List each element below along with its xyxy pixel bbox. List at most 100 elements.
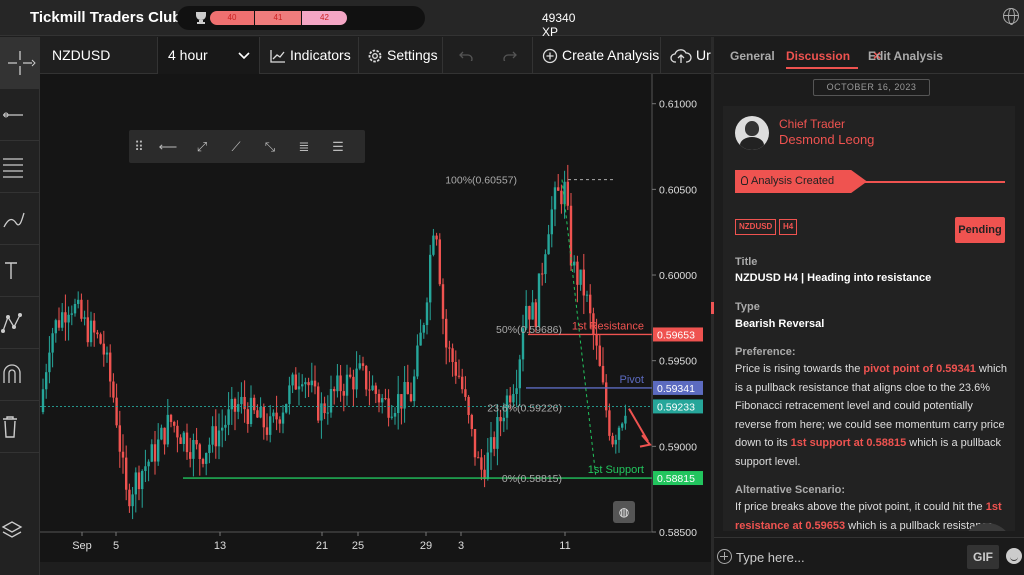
candle-body xyxy=(67,314,70,323)
candle-body xyxy=(585,294,589,296)
candle-body xyxy=(96,332,99,335)
candle-body xyxy=(205,452,208,464)
candle-body xyxy=(477,457,480,459)
candle-body xyxy=(83,317,86,319)
candle-body xyxy=(422,325,425,333)
candle-body xyxy=(64,312,67,323)
candle-body xyxy=(371,385,374,391)
candle-body xyxy=(310,380,313,386)
top-bar: Tickmill Traders Club 40 41 42 49340 XP xyxy=(0,0,1024,39)
preference-label: Preference: xyxy=(735,346,796,358)
candle-body xyxy=(176,425,179,438)
candle-body xyxy=(137,472,141,490)
candle-body xyxy=(118,425,121,452)
pivot-highlight: pivot point of 0.59341 xyxy=(863,363,976,375)
tab-general[interactable]: General xyxy=(730,49,775,63)
candle-body xyxy=(227,409,230,425)
fib-label: 50%(0.59686) xyxy=(496,324,562,336)
delete-tool[interactable] xyxy=(0,401,40,453)
candle-body xyxy=(313,380,317,387)
create-analysis-button[interactable]: Create Analysis xyxy=(533,37,661,74)
layers-tool[interactable] xyxy=(0,505,40,557)
timeframe-select[interactable]: 4 hour xyxy=(158,37,260,74)
lightbulb-icon[interactable]: ◍ xyxy=(613,501,635,523)
candle-body xyxy=(41,389,45,413)
ray-line-icon[interactable]: ⟵ xyxy=(151,130,185,163)
xp-level-40: 40 xyxy=(210,11,254,25)
extended-line-icon[interactable]: ⤢ xyxy=(185,130,219,163)
fib-label: 100%(0.60557) xyxy=(445,175,517,187)
symbol-selector[interactable]: NZDUSD xyxy=(40,37,158,74)
drawing-toolbar[interactable]: ⠿ ⟵ ⤢ ⟋ ⤡ ≣ ☰ xyxy=(129,130,365,163)
drawing-tools-sidebar xyxy=(0,37,40,575)
candle-body xyxy=(54,320,57,334)
indicators-label: Indicators xyxy=(290,47,351,63)
undo-button[interactable] xyxy=(443,37,487,74)
crosshair-tool[interactable] xyxy=(0,37,40,89)
candle-body xyxy=(208,444,211,453)
x-tick-label: Sep xyxy=(72,540,92,552)
emoji-icon[interactable] xyxy=(1006,548,1022,564)
path-line-icon[interactable]: ⤡ xyxy=(253,130,287,163)
candle-body xyxy=(304,382,307,385)
candle-body xyxy=(192,440,195,459)
line-tool-icon xyxy=(3,112,23,118)
upload-button[interactable]: Ur xyxy=(661,37,711,74)
settings-button[interactable]: Settings xyxy=(359,37,443,74)
trend-line-tool[interactable] xyxy=(0,89,40,141)
brush-tool[interactable] xyxy=(0,193,40,245)
candle-body xyxy=(595,334,598,346)
candle-body xyxy=(230,398,233,410)
text-tool[interactable] xyxy=(0,245,40,297)
pattern-tool[interactable] xyxy=(0,297,40,349)
candle-body xyxy=(397,394,400,414)
candle-body xyxy=(480,457,483,470)
xp-progress[interactable]: 40 41 42 49340 XP xyxy=(177,6,575,39)
parallel-channel-icon[interactable]: ≣ xyxy=(287,130,321,163)
candle-body xyxy=(621,423,624,428)
redo-button[interactable] xyxy=(487,37,533,74)
gif-button[interactable]: GIF xyxy=(967,545,999,569)
magnet-tool[interactable] xyxy=(0,349,40,401)
trend-line-icon[interactable]: ⟋ xyxy=(219,130,253,163)
globe-icon[interactable] xyxy=(1003,8,1019,25)
candle-body xyxy=(169,414,173,422)
magnet-icon xyxy=(3,364,21,383)
message-input[interactable] xyxy=(736,547,958,567)
candle-body xyxy=(317,386,320,421)
tab-discussion[interactable]: Discussion xyxy=(786,49,859,69)
candle-body xyxy=(86,317,89,343)
y-tick-label: 0.60000 xyxy=(659,270,697,282)
tab-edit-analysis[interactable]: Edit Analysis xyxy=(868,49,943,63)
candle-body xyxy=(432,235,435,255)
drag-handle-icon[interactable]: ⠿ xyxy=(129,130,149,163)
candle-body xyxy=(486,452,489,480)
candle-body xyxy=(288,385,291,405)
fib-tool[interactable] xyxy=(0,141,40,193)
candle-body xyxy=(365,365,368,390)
candle-body xyxy=(89,320,93,343)
add-attachment-icon[interactable] xyxy=(717,549,732,564)
pattern-icon xyxy=(1,313,22,333)
candle-body xyxy=(512,393,515,403)
symbol-tag: NZDUSD xyxy=(735,219,777,235)
candle-body xyxy=(560,190,563,205)
title-label: Title xyxy=(735,256,758,268)
crosshair-icon xyxy=(8,51,36,75)
layers-icon xyxy=(1,521,23,538)
candle-body xyxy=(374,385,377,394)
indicators-button[interactable]: Indicators xyxy=(260,37,359,74)
candle-body xyxy=(278,419,281,424)
candle-body xyxy=(125,457,128,490)
app-title: Tickmill Traders Club xyxy=(30,9,182,26)
preference-text-1: Price is rising towards the xyxy=(735,363,864,375)
price-chart[interactable]: 0.61000 0.60500 0.60000 0.59500 0.59000 0.585… xyxy=(40,74,711,562)
x-tick-label: 5 xyxy=(113,540,119,552)
regression-channel-icon[interactable]: ☰ xyxy=(321,130,355,163)
candle-body xyxy=(297,386,301,390)
candle-body xyxy=(281,412,285,424)
candle-body xyxy=(102,343,105,355)
candle-body xyxy=(461,376,464,390)
candle-body xyxy=(448,347,451,349)
candle-body xyxy=(403,382,406,409)
